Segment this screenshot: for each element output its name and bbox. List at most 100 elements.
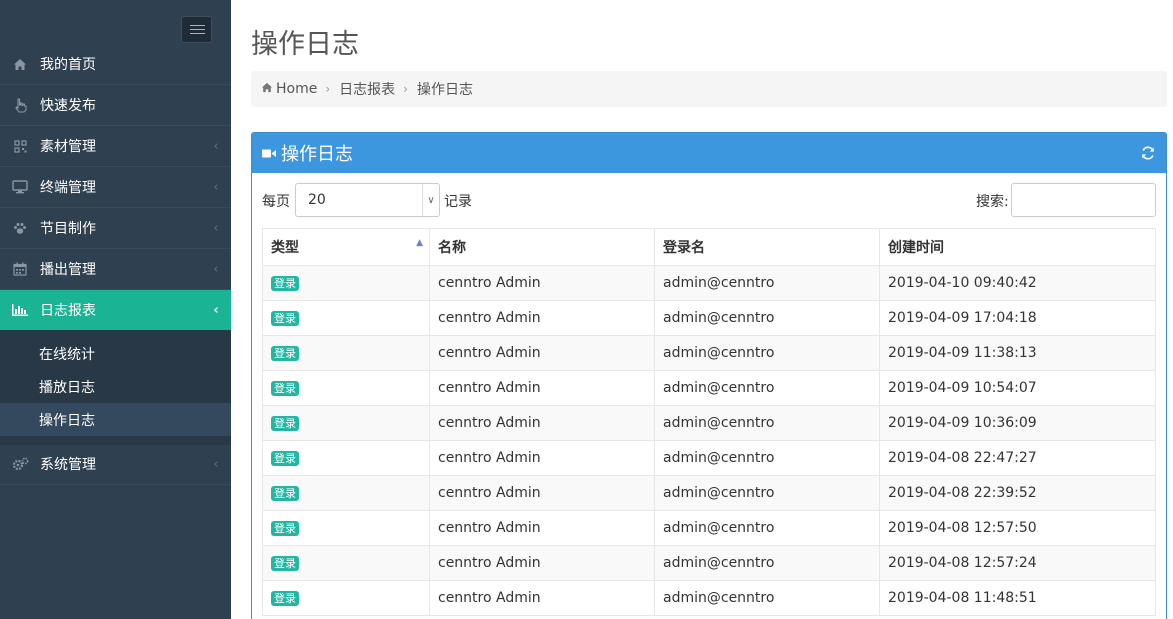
sort-ascending-icon: ▲ — [416, 238, 423, 248]
name-cell: cenntro Admin — [429, 580, 655, 616]
sidebar-item-terminals[interactable]: 终端管理 ‹ — [0, 167, 231, 208]
name-cell: cenntro Admin — [429, 475, 655, 511]
breadcrumb-separator-icon: › — [403, 82, 408, 96]
sidebar-item-label: 节目制作 — [40, 221, 96, 237]
chevron-left-icon: ‹ — [213, 456, 219, 472]
login-cell-text: admin@cenntro — [663, 590, 775, 606]
type-badge: 登录 — [271, 556, 299, 571]
table-row: 登录 cenntro Admin admin@cenntro 2019-04-10 0… — [262, 265, 1156, 301]
page-size-select[interactable]: 20 ∨ — [295, 183, 440, 217]
type-cell: 登录 — [262, 580, 430, 616]
created-time-cell: 2019-04-10 09:40:42 — [879, 265, 1156, 301]
column-header-created[interactable]: 创建时间 — [879, 228, 1156, 266]
chevron-left-icon: ‹ — [213, 261, 219, 277]
created-time-cell: 2019-04-09 10:36:09 — [879, 405, 1156, 441]
column-header-type[interactable]: 类型 ▲ — [262, 228, 430, 266]
login-cell: admin@cenntro — [654, 405, 880, 441]
sidebar-subitem-label: 操作日志 — [39, 412, 95, 429]
sidebar-subitem-playback-log[interactable]: 播放日志 — [0, 370, 231, 403]
main-content: 操作日志 Home › 日志报表 › 操作日志 操作日志 每页 20 ∨ 记录 — [231, 0, 1173, 619]
name-cell-text: cenntro Admin — [438, 415, 541, 431]
created-time-cell: 2019-04-08 12:57:50 — [879, 510, 1156, 546]
breadcrumb-current: 操作日志 — [416, 82, 473, 98]
type-badge: 登录 — [271, 591, 299, 606]
sidebar-item-label: 播出管理 — [40, 262, 96, 278]
name-cell: cenntro Admin — [429, 335, 655, 371]
login-cell: admin@cenntro — [654, 440, 880, 476]
login-cell-text: admin@cenntro — [663, 310, 775, 326]
table-row: 登录 cenntro Admin admin@cenntro 2019-04-09 1… — [262, 405, 1156, 441]
created-time-cell-text: 2019-04-08 22:39:52 — [888, 485, 1037, 501]
sidebar-subitem-online-stats[interactable]: 在线统计 — [0, 337, 231, 370]
created-time-cell-text: 2019-04-08 12:57:50 — [888, 520, 1037, 536]
sidebar-item-label: 快速发布 — [40, 98, 96, 114]
records-label: 记录 — [444, 194, 472, 210]
refresh-icon[interactable] — [1141, 144, 1157, 160]
type-badge: 登录 — [271, 521, 299, 536]
sidebar-item-log-reports[interactable]: 日志报表 ‹ — [0, 290, 231, 330]
sidebar-item-programs[interactable]: 节目制作 ‹ — [0, 208, 231, 249]
chevron-left-icon: ‹ — [213, 220, 219, 236]
breadcrumb-home-link[interactable]: Home — [276, 81, 317, 97]
sidebar: 我的首页 快速发布 素材管理 ‹ 终端管理 ‹ 节目制作 ‹ 播出管理 ‹ 日志… — [0, 0, 231, 619]
sidebar-item-home[interactable]: 我的首页 — [0, 44, 231, 85]
created-time-cell: 2019-04-08 22:39:52 — [879, 475, 1156, 511]
column-header-name[interactable]: 名称 — [429, 228, 655, 266]
name-cell: cenntro Admin — [429, 510, 655, 546]
breadcrumb-separator-icon: › — [325, 82, 331, 96]
name-cell-text: cenntro Admin — [438, 450, 541, 466]
sidebar-subitem-label: 在线统计 — [39, 346, 95, 363]
table-row: 登录 cenntro Admin admin@cenntro 2019-04-08 2… — [262, 475, 1156, 511]
page-size-value: 20 — [308, 192, 326, 208]
login-cell: admin@cenntro — [654, 475, 880, 511]
column-header-label: 名称 — [438, 240, 466, 256]
breadcrumb-level1-link[interactable]: 日志报表 — [339, 79, 395, 99]
table-row: 登录 cenntro Admin admin@cenntro 2019-04-09 1… — [262, 335, 1156, 371]
type-badge: 登录 — [271, 451, 299, 466]
sidebar-item-label: 我的首页 — [40, 57, 96, 73]
created-time-cell-text: 2019-04-09 10:54:07 — [888, 380, 1037, 396]
name-cell: cenntro Admin — [429, 370, 655, 406]
name-cell-text: cenntro Admin — [438, 380, 541, 396]
sidebar-subitem-operation-log[interactable]: 操作日志 — [0, 403, 231, 436]
column-header-login[interactable]: 登录名 — [654, 228, 880, 266]
search-input[interactable] — [1011, 183, 1156, 217]
created-time-cell: 2019-04-09 17:04:18 — [879, 300, 1156, 336]
created-time-cell-text: 2019-04-08 12:57:24 — [888, 555, 1037, 571]
login-cell: admin@cenntro — [654, 335, 880, 371]
created-time-cell: 2019-04-08 11:48:51 — [879, 580, 1156, 616]
created-time-cell-text: 2019-04-09 17:04:18 — [888, 310, 1037, 326]
login-cell-text: admin@cenntro — [663, 415, 775, 431]
type-badge: 登录 — [271, 381, 299, 396]
type-cell: 登录 — [262, 475, 430, 511]
hand-pointer-icon — [0, 97, 40, 113]
table-row: 登录 cenntro Admin admin@cenntro 2019-04-09 1… — [262, 370, 1156, 406]
name-cell-text: cenntro Admin — [438, 555, 541, 571]
table-row: 登录 cenntro Admin admin@cenntro 2019-04-08 1… — [262, 510, 1156, 546]
table-row: 登录 cenntro Admin admin@cenntro 2019-04-08 2… — [262, 440, 1156, 476]
column-header-label: 登录名 — [663, 240, 705, 256]
bar-chart-icon — [0, 303, 40, 317]
created-time-cell-text: 2019-04-08 11:48:51 — [888, 590, 1037, 606]
sidebar-item-materials[interactable]: 素材管理 ‹ — [0, 126, 231, 167]
table-controls: 每页 20 ∨ 记录 搜索: — [252, 173, 1166, 227]
home-icon — [0, 58, 40, 71]
sidebar-item-broadcast[interactable]: 播出管理 ‹ — [0, 249, 231, 290]
sidebar-item-label: 终端管理 — [40, 180, 96, 196]
menu-toggle-button[interactable] — [181, 16, 212, 43]
type-cell: 登录 — [262, 510, 430, 546]
column-header-label: 创建时间 — [888, 240, 944, 256]
cogs-icon — [0, 457, 40, 471]
log-table: 类型 ▲ 名称 登录名 创建时间 登录 cenntro Admin admin@ce… — [262, 228, 1156, 616]
breadcrumb: Home › 日志报表 › 操作日志 — [251, 71, 1167, 107]
table-row: 登录 cenntro Admin admin@cenntro 2019-04-08 1… — [262, 545, 1156, 581]
search-label: 搜索: — [976, 194, 1009, 210]
sidebar-item-system[interactable]: 系统管理 ‹ — [0, 444, 231, 485]
qrcode-icon — [0, 139, 40, 153]
sidebar-item-label: 系统管理 — [40, 457, 96, 473]
type-cell: 登录 — [262, 545, 430, 581]
type-badge: 登录 — [271, 311, 299, 326]
chevron-left-icon: ‹ — [213, 179, 219, 195]
sidebar-item-quick-publish[interactable]: 快速发布 — [0, 85, 231, 126]
sidebar-submenu: 在线统计 播放日志 操作日志 — [0, 330, 231, 445]
